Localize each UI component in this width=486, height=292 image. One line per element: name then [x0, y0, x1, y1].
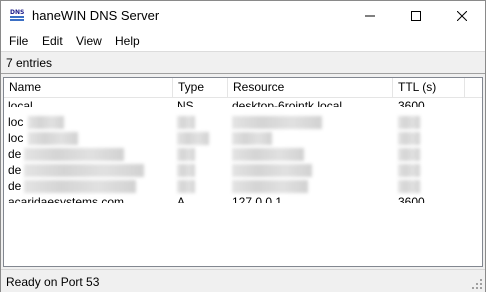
list-header: Name Type Resource TTL (s) [4, 78, 482, 98]
cell-ttl: 3600 [398, 99, 425, 113]
column-header-ttl[interactable]: TTL (s) [393, 78, 465, 97]
cell-name: local [8, 99, 33, 113]
dns-server-window: DNS haneWIN DNS Server File Edit View He… [0, 0, 486, 292]
cell-resource: desktop-6rointk.local [232, 99, 343, 113]
redacted-ttl [398, 116, 420, 129]
dns-app-icon: DNS [9, 7, 25, 23]
cell-type: NS [177, 99, 194, 113]
column-header-resource[interactable]: Resource [228, 78, 393, 97]
cell-ttl: 3600 [398, 195, 425, 209]
maximize-button[interactable] [393, 1, 439, 31]
minimize-button[interactable] [347, 1, 393, 31]
entries-count: 7 entries [6, 56, 53, 70]
table-row[interactable]: acaridaesystems.com A 127.0.0.1 3600 [4, 194, 482, 210]
cell-name: acaridaesystems.com [8, 195, 125, 209]
redacted-type [177, 180, 195, 193]
close-icon [457, 11, 467, 21]
window-title: haneWIN DNS Server [32, 8, 160, 23]
redacted-ttl [398, 164, 420, 177]
redacted-resource [232, 148, 304, 161]
cell-type: A [177, 195, 186, 209]
redacted-name [28, 132, 78, 145]
redacted-name [24, 148, 124, 161]
redacted-resource [232, 116, 322, 129]
redacted-type [177, 164, 195, 177]
close-button[interactable] [439, 1, 485, 31]
redacted-ttl [398, 148, 420, 161]
table-row[interactable]: loc [4, 130, 482, 146]
dns-entries-list[interactable]: Name Type Resource TTL (s) local NS desk… [3, 77, 483, 267]
menu-edit[interactable]: Edit [41, 34, 64, 48]
entries-bar: 7 entries [1, 51, 485, 74]
minimize-icon [365, 15, 375, 17]
redacted-name [24, 164, 144, 177]
menu-help[interactable]: Help [114, 34, 141, 48]
maximize-icon [411, 11, 421, 21]
redacted-ttl [398, 132, 420, 145]
redacted-resource [232, 164, 312, 177]
cell-resource: 127.0.0.1 [232, 195, 283, 209]
status-text: Ready on Port 53 [6, 275, 100, 289]
redacted-type [177, 148, 195, 161]
redacted-type [177, 116, 195, 129]
column-header-name[interactable]: Name [4, 78, 173, 97]
table-row[interactable]: de [4, 146, 482, 162]
table-row[interactable]: de [4, 178, 482, 194]
redacted-name [24, 180, 136, 193]
title-bar[interactable]: DNS haneWIN DNS Server [1, 1, 485, 31]
redacted-name [28, 116, 64, 129]
menu-view[interactable]: View [75, 34, 103, 48]
redacted-resource [232, 180, 308, 193]
menu-bar: File Edit View Help [1, 31, 485, 51]
table-row[interactable]: local NS desktop-6rointk.local 3600 [4, 98, 482, 114]
redacted-ttl [398, 180, 420, 193]
resize-grip-icon[interactable] [471, 278, 483, 290]
status-bar: Ready on Port 53 [1, 269, 485, 292]
column-header-type[interactable]: Type [173, 78, 228, 97]
redacted-resource [232, 132, 272, 145]
table-row[interactable]: loc [4, 114, 482, 130]
svg-text:DNS: DNS [10, 9, 24, 16]
table-row[interactable]: de [4, 162, 482, 178]
menu-file[interactable]: File [8, 34, 29, 48]
redacted-type [177, 132, 209, 145]
